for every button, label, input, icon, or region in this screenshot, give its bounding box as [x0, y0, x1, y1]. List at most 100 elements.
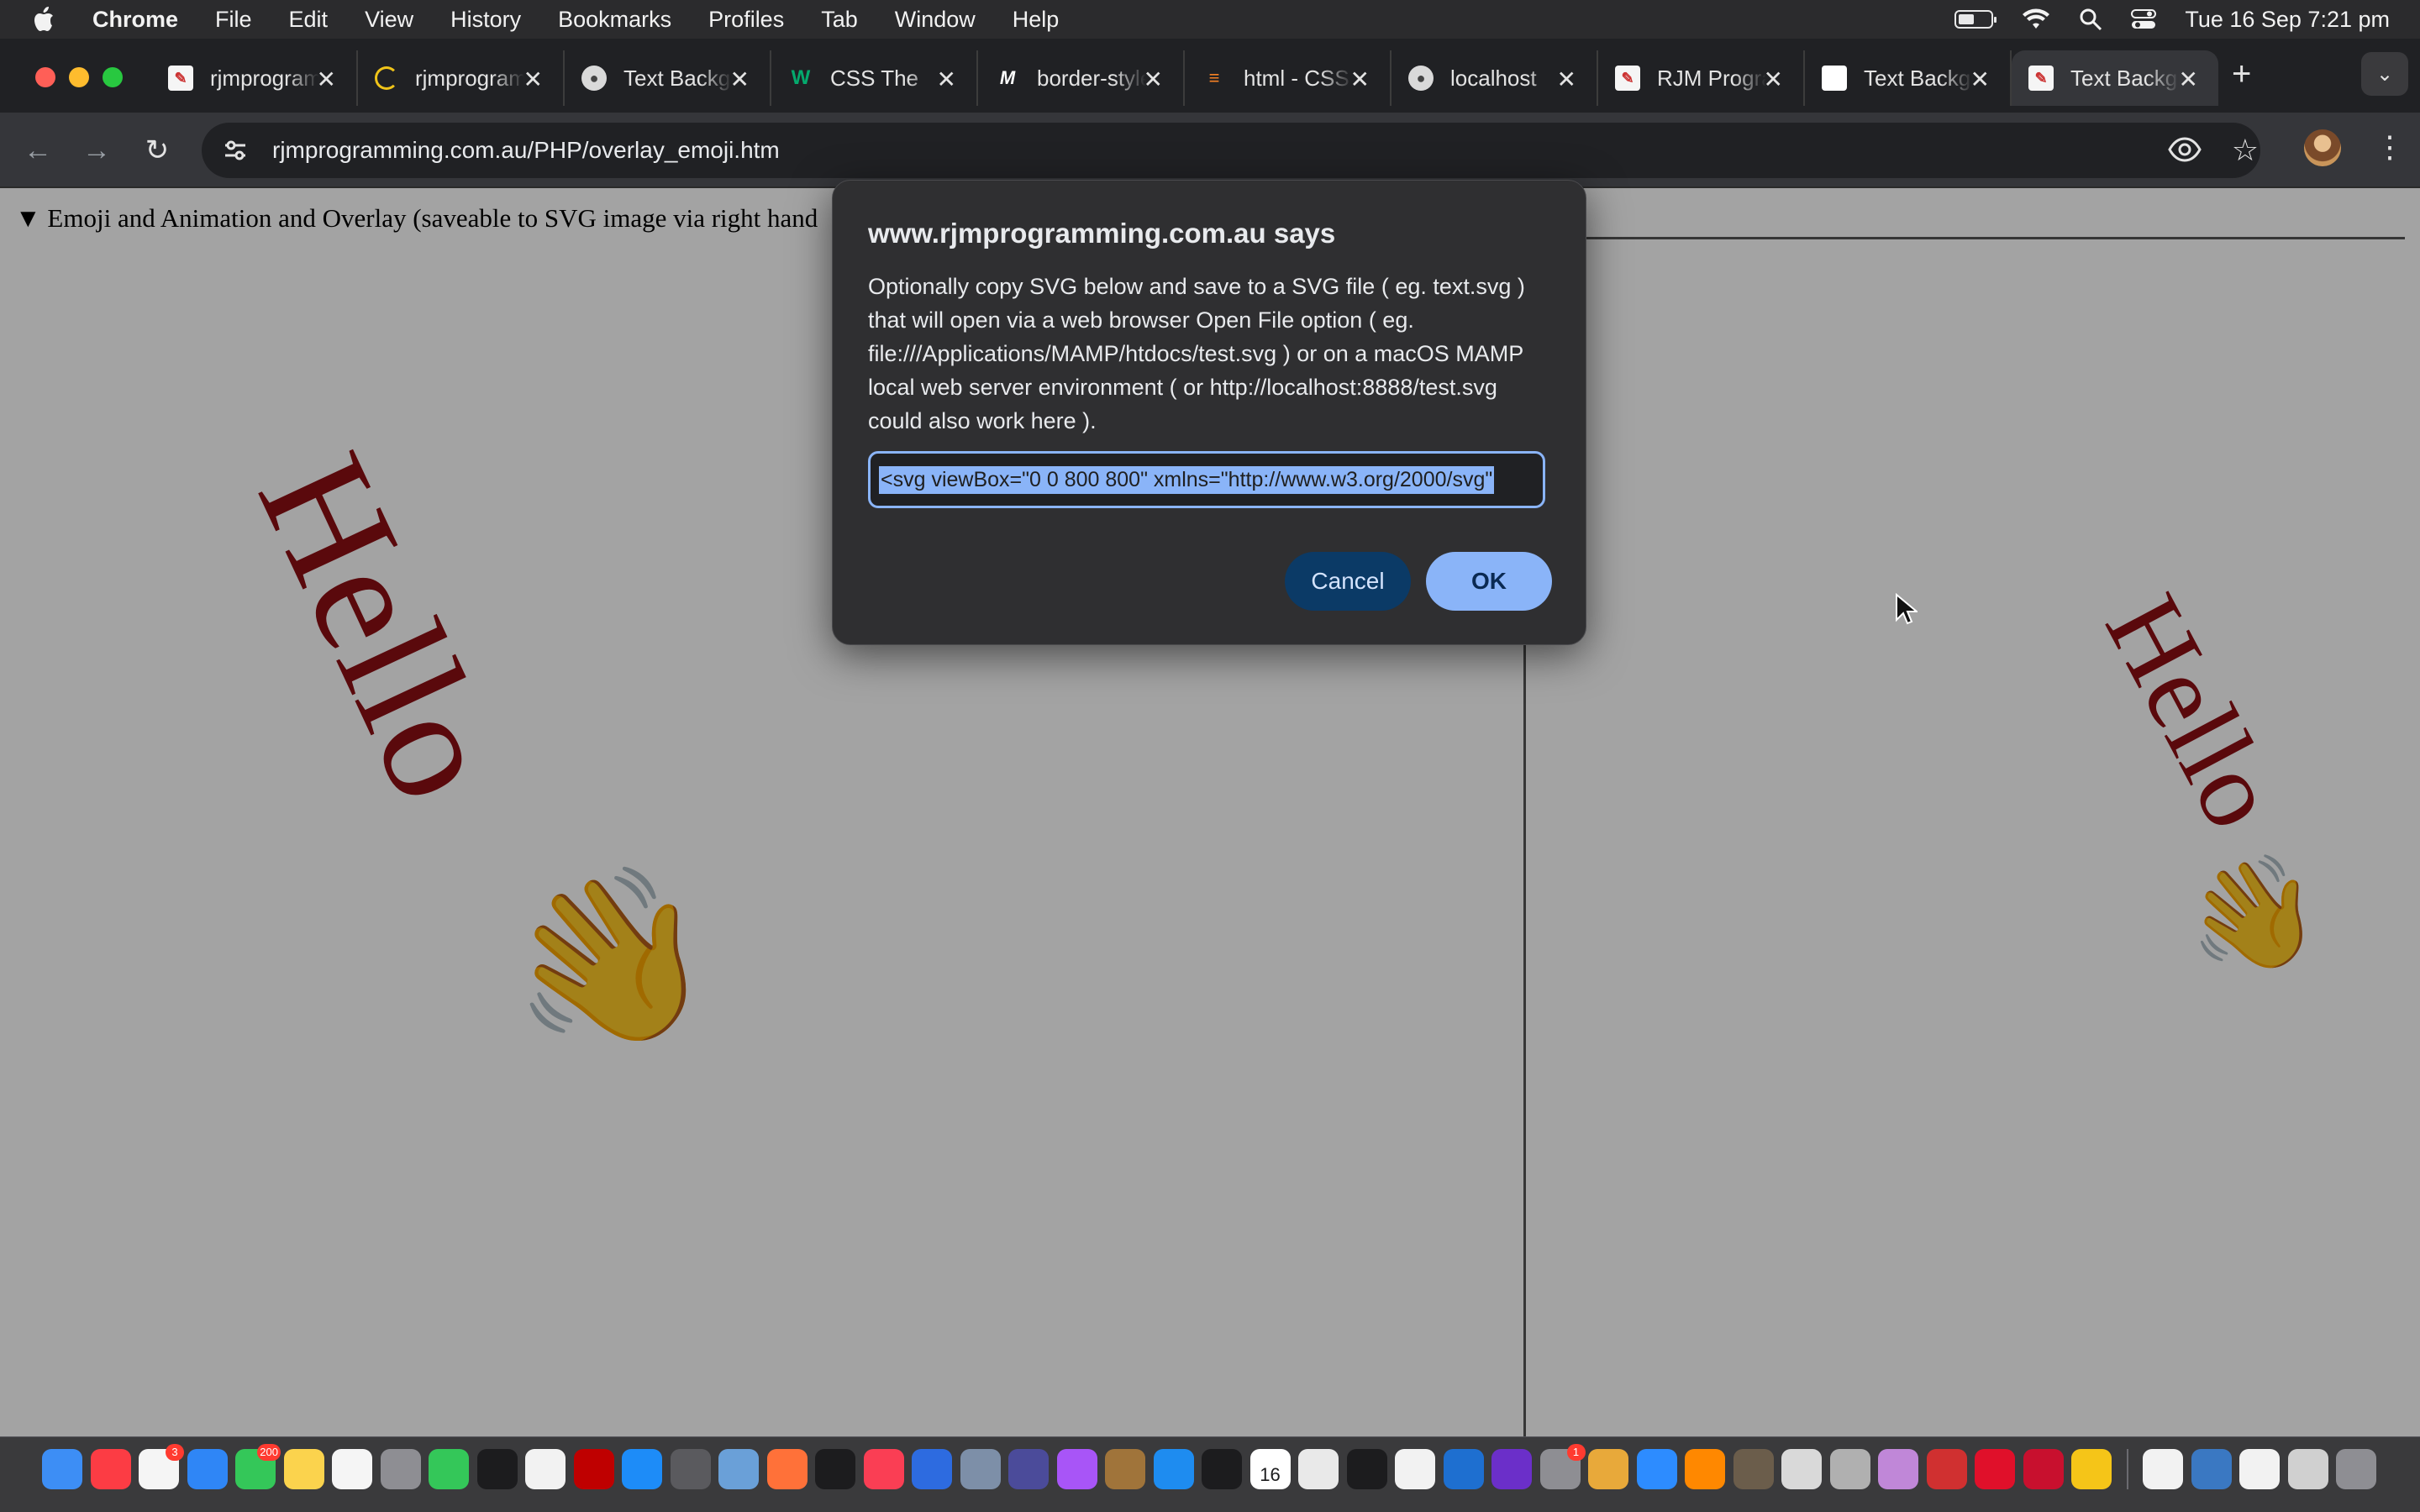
tab-3[interactable]: ● Text Background ✕: [565, 50, 771, 106]
ok-button[interactable]: OK: [1426, 552, 1552, 611]
menu-help[interactable]: Help: [1013, 7, 1060, 33]
tab-close-icon[interactable]: ✕: [317, 66, 336, 93]
dock-app-store-icon[interactable]: [622, 1449, 662, 1489]
menu-window[interactable]: Window: [895, 7, 976, 33]
dock-calendar-icon[interactable]: 16: [1249, 1449, 1291, 1489]
dock-finder-icon[interactable]: [42, 1449, 82, 1489]
dock-compass-icon[interactable]: [1926, 1449, 1967, 1489]
dock-textedit-icon[interactable]: [525, 1449, 566, 1489]
dock-mail-icon[interactable]: [187, 1449, 228, 1489]
tab-6[interactable]: ≡ html - CSS ✕: [1185, 50, 1392, 106]
dock-filezilla-icon[interactable]: [573, 1449, 614, 1489]
dock-preview-2-icon[interactable]: [2239, 1449, 2280, 1489]
menu-view[interactable]: View: [365, 7, 413, 33]
dock-preview-icon[interactable]: [718, 1449, 759, 1489]
eye-icon[interactable]: [2168, 134, 2202, 169]
dock-safari-tp-icon[interactable]: [912, 1449, 952, 1489]
reload-icon[interactable]: ↻: [138, 131, 176, 170]
dock-filezilla-pro-icon[interactable]: [2023, 1449, 2064, 1489]
dock-system-info-icon[interactable]: [960, 1449, 1001, 1489]
dock-textedit-2-icon[interactable]: [1395, 1449, 1435, 1489]
bookmark-star-icon[interactable]: ☆: [2232, 133, 2259, 168]
dock-vlc-icon[interactable]: [1685, 1449, 1725, 1489]
forward-arrow-icon[interactable]: →: [77, 131, 116, 170]
battery-icon[interactable]: [1954, 10, 1997, 29]
site-settings-icon[interactable]: [218, 134, 252, 167]
dock-launchpad-icon[interactable]: [380, 1449, 421, 1489]
dock-zoom-icon[interactable]: [1636, 1449, 1677, 1489]
menubar-clock[interactable]: Tue 16 Sep 7:21 pm: [2185, 7, 2390, 33]
dock-cat-icon[interactable]: [1878, 1449, 1918, 1489]
dock-chrome-icon[interactable]: [1298, 1449, 1339, 1489]
apple-menu-icon[interactable]: [30, 5, 64, 34]
dock-reminders-icon[interactable]: 3: [139, 1444, 184, 1489]
dock-screenshots-icon[interactable]: [2191, 1449, 2232, 1489]
chrome-menu-kebab-icon[interactable]: ⋮: [2375, 126, 2405, 168]
address-bar[interactable]: rjmprogramming.com.au/PHP/overlay_emoji.…: [202, 123, 2260, 178]
dock-safari-icon[interactable]: [1153, 1449, 1194, 1489]
menu-edit[interactable]: Edit: [289, 7, 329, 33]
spotlight-search-icon[interactable]: [2079, 8, 2102, 31]
dock-mail-2-icon[interactable]: [2287, 1449, 2328, 1489]
tab-9[interactable]: Text Background ✕: [1805, 50, 2012, 106]
tab-search-chevron-icon[interactable]: ⌄: [2361, 52, 2408, 96]
dock-elephant-icon[interactable]: [1781, 1449, 1822, 1489]
dock-apple-tv-icon[interactable]: [815, 1449, 855, 1489]
dock-notes-icon[interactable]: [283, 1449, 324, 1489]
menu-tab[interactable]: Tab: [821, 7, 858, 33]
tab-close-icon[interactable]: ✕: [1764, 66, 1783, 93]
url-text[interactable]: rjmprogramming.com.au/PHP/overlay_emoji.…: [272, 137, 780, 164]
wifi-icon[interactable]: [2022, 8, 2050, 30]
dock-calculator-icon[interactable]: [670, 1449, 711, 1489]
tab-8[interactable]: ✎ RJM Programming ✕: [1598, 50, 1805, 106]
menu-file[interactable]: File: [215, 7, 252, 33]
tab-10-active[interactable]: ✎ Text Background ✕: [2012, 50, 2218, 106]
dock-messages-icon[interactable]: 200: [235, 1444, 281, 1489]
profile-avatar[interactable]: [2304, 129, 2341, 166]
dock-bulb-icon[interactable]: [2071, 1449, 2112, 1489]
dock-music-icon[interactable]: [90, 1449, 131, 1489]
tab-1[interactable]: ✎ rjmprogramming ✕: [151, 50, 358, 106]
dock-intellij-icon[interactable]: [1491, 1449, 1532, 1489]
menu-profiles[interactable]: Profiles: [708, 7, 784, 33]
dock-terminal-2-icon[interactable]: [1202, 1449, 1242, 1489]
dock-downloads-icon[interactable]: [2143, 1449, 2183, 1489]
tab-close-icon[interactable]: ✕: [2179, 66, 2198, 93]
tab-7[interactable]: ● localhost ✕: [1392, 50, 1598, 106]
window-zoom-button[interactable]: [103, 67, 123, 87]
dock-terminal-icon[interactable]: [476, 1449, 518, 1489]
window-minimize-button[interactable]: [69, 67, 89, 87]
dock-news-icon[interactable]: [863, 1449, 904, 1489]
dock-activity-monitor-icon[interactable]: [1346, 1449, 1387, 1489]
dock-pencil-icon[interactable]: [1829, 1449, 1870, 1489]
dock-color-picker-icon[interactable]: [1588, 1449, 1628, 1489]
tab-2[interactable]: rjmprogramming ✕: [358, 50, 565, 106]
new-tab-plus-icon[interactable]: +: [2232, 57, 2251, 91]
prompt-input[interactable]: <svg viewBox="0 0 800 800" xmlns="http:/…: [868, 451, 1545, 508]
tab-close-icon[interactable]: ✕: [1350, 66, 1370, 93]
tab-close-icon[interactable]: ✕: [1144, 66, 1163, 93]
control-center-icon[interactable]: [2131, 8, 2157, 30]
dock-archive-utility-icon[interactable]: [1105, 1449, 1145, 1489]
dock-facetime-icon[interactable]: [429, 1449, 469, 1489]
prompt-input-value[interactable]: <svg viewBox="0 0 800 800" xmlns="http:/…: [879, 465, 1495, 494]
dock-system-settings-icon[interactable]: 1: [1539, 1444, 1586, 1489]
window-close-button[interactable]: [35, 67, 55, 87]
tab-close-icon[interactable]: ✕: [523, 66, 543, 93]
menu-app-name[interactable]: Chrome: [92, 7, 178, 33]
dock-gimp-icon[interactable]: [1733, 1449, 1774, 1489]
dock-opera-icon[interactable]: [1975, 1449, 2015, 1489]
dock-trash-icon[interactable]: [2336, 1449, 2376, 1489]
tab-close-icon[interactable]: ✕: [937, 66, 956, 93]
dock-podcasts-icon[interactable]: [1056, 1449, 1097, 1489]
tab-close-icon[interactable]: ✕: [1970, 66, 1990, 93]
dock-freeform-icon[interactable]: [332, 1449, 372, 1489]
cancel-button[interactable]: Cancel: [1285, 552, 1411, 611]
tab-close-icon[interactable]: ✕: [730, 66, 750, 93]
dock-firefox-icon[interactable]: [766, 1449, 808, 1489]
back-arrow-icon[interactable]: ←: [18, 131, 57, 170]
tab-close-icon[interactable]: ✕: [1557, 66, 1576, 93]
menu-bookmarks[interactable]: Bookmarks: [558, 7, 671, 33]
tab-4[interactable]: W CSS The ✕: [771, 50, 978, 106]
tab-5[interactable]: M border-style ✕: [978, 50, 1185, 106]
